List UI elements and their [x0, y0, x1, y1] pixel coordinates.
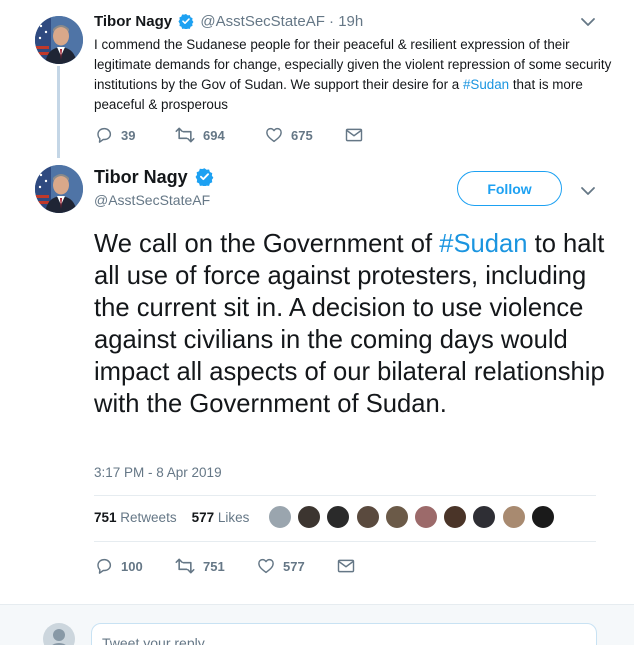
envelope-icon [337, 559, 355, 573]
envelope-icon [345, 128, 363, 142]
like-count: 577 [283, 558, 305, 574]
reply-button[interactable]: 100 [95, 557, 175, 575]
author-avatar[interactable] [35, 16, 83, 64]
author-name[interactable]: Tibor Nagy [94, 167, 188, 187]
tweet-actions: 100 751 577 [95, 557, 355, 575]
like-button[interactable]: 577 [257, 557, 337, 575]
engagement-stats: 751 Retweets 577 Likes [94, 510, 249, 525]
author-handle[interactable]: @AsstSecStateAF [200, 13, 324, 30]
follow-button[interactable]: Follow [457, 171, 562, 206]
liker-avatar[interactable] [472, 505, 497, 529]
separator-dot: · [329, 13, 335, 30]
divider [94, 495, 596, 496]
reply-input[interactable]: Tweet your reply [91, 623, 597, 645]
chevron-down-icon[interactable] [580, 15, 596, 33]
likes-stat-label: Likes [217, 510, 250, 525]
like-count: 675 [291, 127, 313, 143]
thread-connector [57, 66, 60, 158]
tweet-text: I commend the Sudanese people for their … [94, 35, 614, 115]
verified-badge-icon [195, 168, 214, 186]
reply-button[interactable]: 39 [95, 126, 175, 144]
tweet-text-part: to halt all use of force against protest… [94, 230, 605, 418]
tweet-actions: 39 694 675 [95, 126, 363, 144]
hashtag-link[interactable]: #Sudan [439, 230, 527, 258]
direct-message-button[interactable] [345, 127, 363, 143]
liker-avatar[interactable] [530, 505, 555, 529]
tweet-time[interactable]: 19h [338, 13, 363, 30]
retweets-stat[interactable]: 751 Retweets [94, 510, 177, 525]
chevron-down-icon[interactable] [580, 184, 596, 202]
liker-avatar[interactable] [297, 505, 322, 529]
likes-stat[interactable]: 577 Likes [192, 510, 250, 525]
tweet-text-part: We call on the Government of [94, 230, 440, 258]
retweet-icon [175, 127, 195, 143]
divider [94, 541, 596, 542]
liker-avatar[interactable] [355, 505, 380, 529]
liker-avatar[interactable] [413, 505, 438, 529]
likes-stat-count: 577 [191, 510, 215, 525]
reply-icon [97, 558, 112, 574]
liker-avatar[interactable] [443, 505, 468, 529]
reply-count: 100 [121, 558, 143, 574]
author-avatar[interactable] [35, 165, 83, 213]
reply-bar: Tweet your reply [0, 604, 634, 645]
reply-count: 39 [121, 127, 136, 143]
author-name[interactable]: Tibor Nagy [94, 13, 172, 30]
retweet-count: 751 [203, 558, 225, 574]
retweet-icon [175, 558, 195, 574]
heart-icon [266, 127, 282, 143]
liked-by-avatars[interactable] [268, 505, 560, 529]
author-handle[interactable]: @AsstSecStateAF [94, 192, 210, 208]
heart-icon [258, 558, 274, 574]
retweet-count: 694 [203, 127, 225, 143]
hashtag-link[interactable]: #Sudan [463, 77, 509, 92]
author-name-row: Tibor Nagy [94, 167, 216, 188]
liker-avatar[interactable] [268, 505, 292, 529]
like-button[interactable]: 675 [265, 126, 345, 144]
tweet-header: Tibor Nagy @AsstSecStateAF · 19h [94, 13, 363, 30]
liker-avatar[interactable] [384, 505, 409, 529]
tweet-text: We call on the Government of #Sudan to h… [94, 228, 614, 420]
direct-message-button[interactable] [337, 558, 355, 574]
liker-avatar[interactable] [501, 505, 526, 529]
verified-badge-icon [178, 14, 194, 29]
default-avatar-icon [43, 623, 75, 645]
reply-icon [97, 127, 112, 143]
retweets-stat-count: 751 [94, 510, 117, 525]
liker-avatar[interactable] [326, 505, 351, 529]
tweet-timestamp[interactable]: 3:17 PM - 8 Apr 2019 [94, 465, 222, 480]
retweets-stat-label: Retweets [120, 510, 177, 525]
retweet-button[interactable]: 751 [175, 557, 257, 575]
retweet-button[interactable]: 694 [175, 126, 265, 144]
